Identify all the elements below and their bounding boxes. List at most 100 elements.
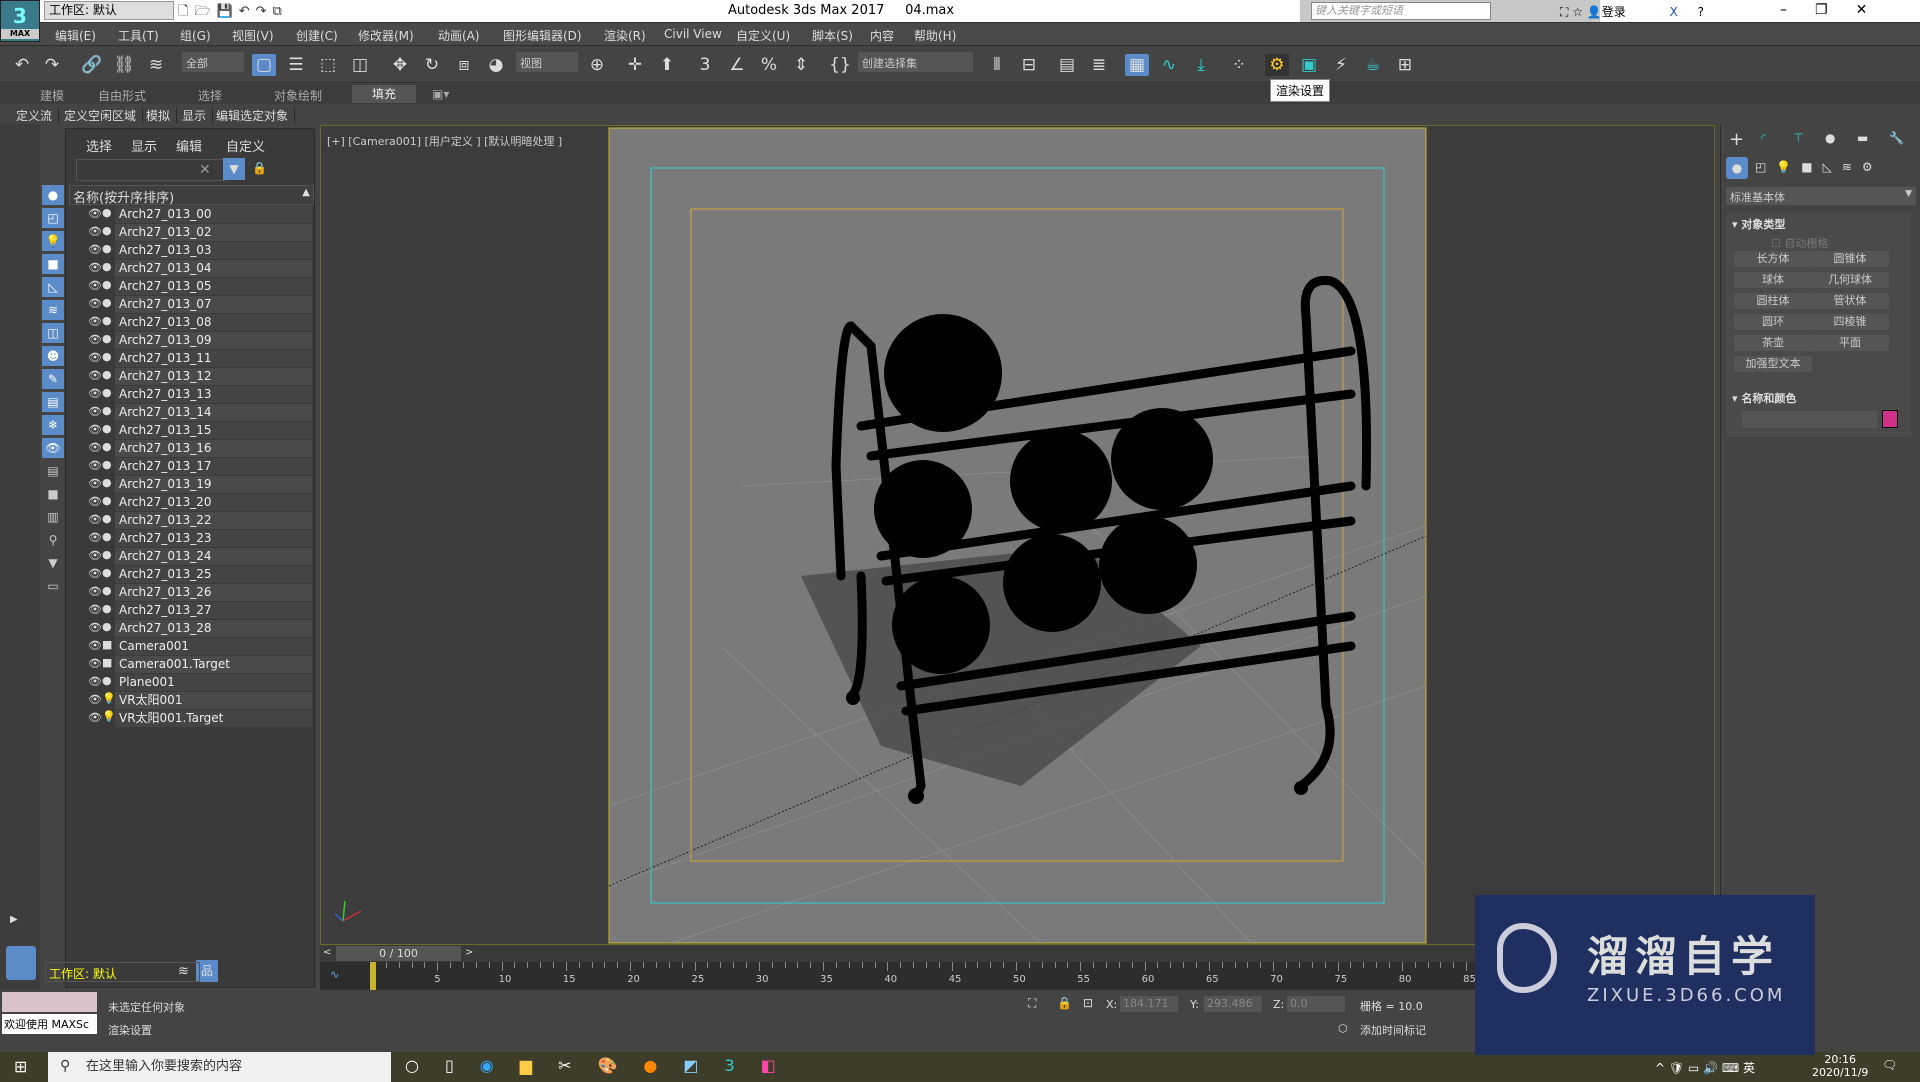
z-coordinate-field[interactable]: 0.0 [1287,996,1345,1012]
object-name[interactable]: Camera001.Target [115,656,312,673]
object-name[interactable]: Arch27_013_14 [115,404,312,421]
list-item[interactable]: 👁 ● Arch27_013_16 [80,440,312,458]
taskbar-apps[interactable]: ○▯◉▆✂🎨●◩3◧ [405,1056,802,1075]
isolate-selection-icon[interactable]: ⛶ [1028,996,1036,1011]
current-frame-marker[interactable] [370,962,376,990]
object-name[interactable]: VR太阳001 [115,692,312,709]
spinner-snap-icon[interactable]: ⇕ [789,54,813,76]
object-name[interactable]: Arch27_013_26 [115,584,312,601]
visibility-eye-icon[interactable]: 👁 [88,603,102,616]
filter-toggle-icon[interactable]: ❄ [42,415,64,435]
filter-toggle-icon[interactable]: 💡 [42,231,64,251]
create-4-button[interactable]: 圆柱体 [1734,293,1812,309]
object-name[interactable]: Plane001 [115,674,312,691]
visibility-eye-icon[interactable]: 👁 [88,351,102,364]
list-item[interactable]: 👁 ● Arch27_013_27 [80,602,312,620]
menu-item[interactable]: 动画(A) [438,27,480,44]
prev-frame-icon[interactable]: < [323,947,331,958]
windows-start-icon[interactable]: ⊞ [14,1057,27,1076]
object-name[interactable]: VR太阳001.Target [115,710,312,727]
angle-snap-icon[interactable]: ∠ [725,54,749,76]
list-item[interactable]: 👁 ● Arch27_013_13 [80,386,312,404]
object-name[interactable]: Arch27_013_23 [115,530,312,547]
link-icon[interactable]: 🔗 [80,54,104,76]
render-setup-icon[interactable]: ⚙ [1265,54,1289,76]
visibility-eye-icon[interactable]: 👁 [88,639,102,652]
absolute-mode-icon[interactable]: ⊡ [1083,996,1093,1010]
lock-icon[interactable]: 🔒 [252,161,267,175]
selection-filter-dropdown[interactable]: 全部 [182,52,244,72]
visibility-eye-icon[interactable]: 👁 [88,279,102,292]
list-item[interactable]: 👁 ● Arch27_013_15 [80,422,312,440]
object-name[interactable]: Arch27_013_19 [115,476,312,493]
percent-snap-icon[interactable]: % [757,54,781,76]
visibility-eye-icon[interactable]: 👁 [88,207,102,220]
filter-toggle-icon[interactable]: ■ [42,254,64,274]
list-item[interactable]: 👁 ● Arch27_013_04 [80,260,312,278]
filter-toggle-icon[interactable]: ● [42,185,64,205]
filter-toggle-icon[interactable]: ≋ [42,300,64,320]
object-name[interactable]: Arch27_013_03 [115,242,312,259]
app-logo-button[interactable]: 3 MAX [0,0,40,42]
visibility-eye-icon[interactable]: 👁 [88,225,102,238]
object-name[interactable]: Arch27_013_22 [115,512,312,529]
visibility-eye-icon[interactable]: 👁 [88,513,102,526]
menu-item[interactable]: 视图(V) [232,27,274,44]
list-item[interactable]: 👁 ● Arch27_013_28 [80,620,312,638]
list-item[interactable]: 👁 ● Arch27_013_14 [80,404,312,422]
object-name[interactable]: Arch27_013_02 [115,224,312,241]
object-name[interactable]: Arch27_013_17 [115,458,312,475]
filter-toggle-icon[interactable]: ✎ [42,369,64,389]
mirror-icon[interactable]: ⫴ [985,54,1009,76]
explorer-menu-item[interactable]: 显示 [131,136,157,155]
menu-item[interactable]: 自定义(U) [736,27,790,44]
list-item[interactable]: 👁 ● Arch27_013_19 [80,476,312,494]
visibility-eye-icon[interactable]: 👁 [88,369,102,382]
scene-explorer-toggle-icon[interactable]: ▤ [1055,54,1079,76]
next-frame-icon[interactable]: > [465,947,473,958]
explorer-option-icon[interactable]: ▤ [42,461,64,481]
timeline-track[interactable]: ∿ 0510152025303540455055606570758085 [320,962,1500,990]
list-item[interactable]: 👁 ● Arch27_013_12 [80,368,312,386]
taskbar-search-input[interactable]: 在这里输入你要搜索的内容 [48,1052,391,1082]
star-icon[interactable]: ☆ [1572,5,1587,19]
object-name[interactable]: Arch27_013_20 [115,494,312,511]
list-item[interactable]: 👁 ● Arch27_013_25 [80,566,312,584]
ribbon-button[interactable]: 定义流 [16,107,60,124]
filter-toggle-icon[interactable]: ☻ [42,346,64,366]
list-item[interactable]: 👁 ● Arch27_013_03 [80,242,312,260]
object-type-header[interactable]: ▾ 对象类型 [1732,216,1785,232]
list-item[interactable]: 👁 ● Arch27_013_26 [80,584,312,602]
schematic-view-icon[interactable]: ⤓ [1189,54,1213,76]
ribbon-options-icon[interactable]: ▣▾ [432,87,449,101]
hierarchy-tab-icon[interactable]: ⊤ [1793,131,1803,145]
menu-item[interactable]: 编辑(E) [55,27,96,44]
align-icon[interactable]: ⊟ [1017,54,1041,76]
name-color-header[interactable]: ▾ 名称和颜色 [1732,390,1796,406]
list-item[interactable]: 👁 ● Arch27_013_05 [80,278,312,296]
menu-item[interactable]: 创建(C) [296,27,338,44]
login-button[interactable]: ⛶ ☆ 👤登录 X ? [1560,3,1704,20]
list-item[interactable]: 👁 ● Arch27_013_00 [80,206,312,224]
explorer-option-icon[interactable]: ▥ [42,507,64,527]
object-name[interactable]: Arch27_013_04 [115,260,312,277]
object-name[interactable]: Arch27_013_28 [115,620,312,637]
visibility-eye-icon[interactable]: 👁 [88,297,102,310]
keyboard-shortcut-icon[interactable]: ⬆ [655,54,679,76]
filter-toggle-icon[interactable]: 👁 [42,438,64,458]
list-item[interactable]: 👁 ● Arch27_013_20 [80,494,312,512]
x-coordinate-field[interactable]: 184.171 [1120,996,1178,1012]
visibility-eye-icon[interactable]: 👁 [88,531,102,544]
undo-icon[interactable]: ↶ [10,54,34,76]
menu-item[interactable]: 帮助(H) [914,27,956,44]
explorer-option-icon[interactable]: ▭ [42,576,64,596]
explorer-menu-item[interactable]: 编辑 [176,136,202,155]
list-item[interactable]: 👁 ● Arch27_013_23 [80,530,312,548]
scale-icon[interactable]: ⧈ [452,54,476,76]
ribbon-tab[interactable]: 填充 [352,85,417,103]
object-name[interactable]: Arch27_013_05 [115,278,312,295]
help-icon[interactable]: ? [1698,5,1704,19]
render-iterative-icon[interactable]: ☕ [1361,54,1385,76]
time-slider[interactable]: < 0 / 100 > [320,945,1500,962]
visibility-eye-icon[interactable]: 👁 [88,567,102,580]
